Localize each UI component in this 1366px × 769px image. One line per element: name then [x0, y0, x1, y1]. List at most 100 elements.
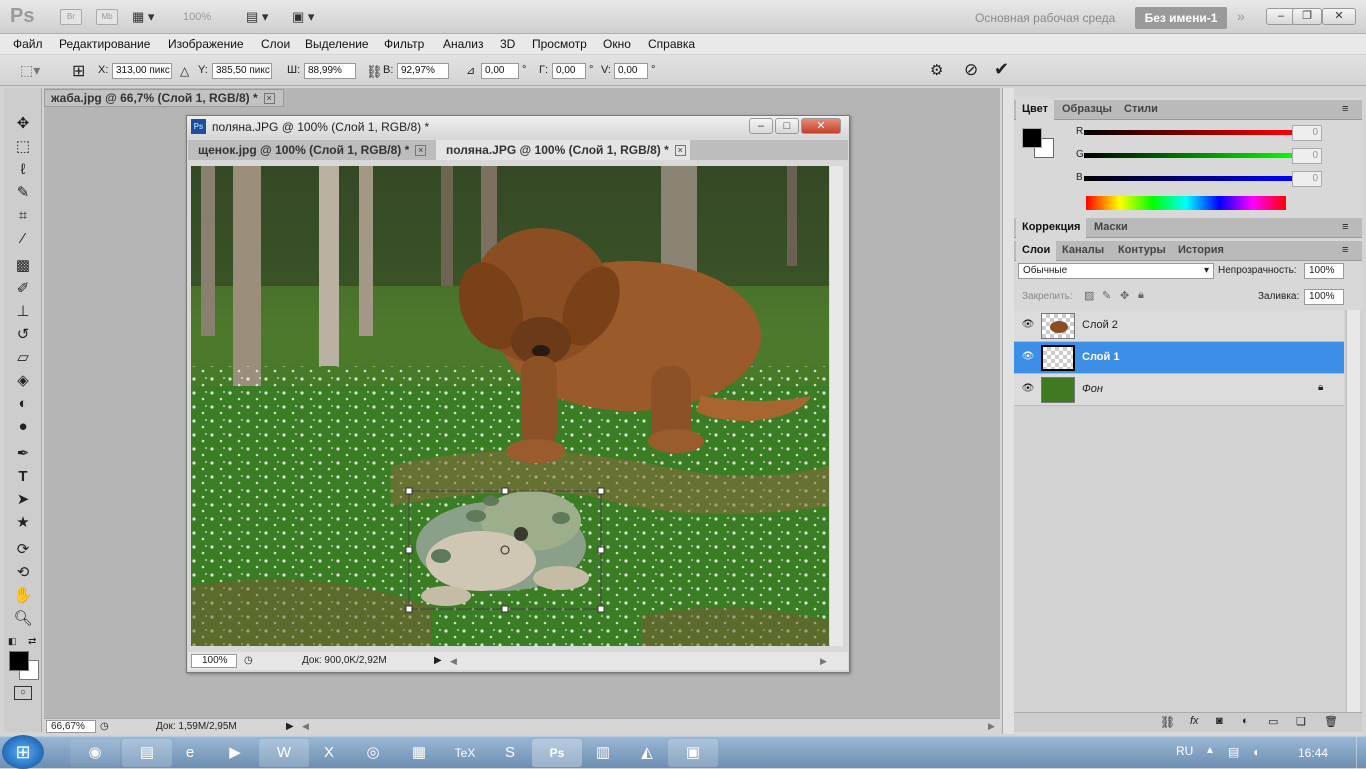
tab-layers[interactable]: Слои [1016, 241, 1057, 261]
chrome-icon[interactable]: ◎ [348, 739, 398, 767]
layer-name[interactable]: Слой 2 [1082, 319, 1118, 331]
doc-tab-zhaba[interactable]: жаба.jpg @ 66,7% (Слой 1, RGB/8) * × [44, 89, 284, 107]
g-slider[interactable] [1084, 153, 1294, 158]
dodge-tool-icon[interactable]: ● [12, 417, 34, 437]
b-value[interactable]: 0 [1292, 171, 1322, 187]
start-button[interactable]: ⊞ [2, 735, 44, 769]
lock-position-icon[interactable]: ✥ [1120, 289, 1129, 302]
relative-position-icon[interactable]: △ [180, 64, 189, 78]
angle-field[interactable]: 0,00 [481, 63, 519, 79]
workspace-label[interactable]: Основная рабочая среда [975, 11, 1115, 25]
commit-transform-icon[interactable]: ✔ [994, 59, 1009, 80]
color-spectrum-ramp[interactable] [1086, 196, 1286, 210]
screen-mode-icon[interactable]: ▣ ▾ [292, 8, 326, 26]
paint-bucket-tool-icon[interactable]: ◈ [12, 371, 34, 391]
height-field[interactable]: 92,97% [397, 63, 449, 79]
document-window-titlebar[interactable]: Ps поляна.JPG @ 100% (Слой 1, RGB/8) * –… [187, 116, 849, 138]
layer-style-icon[interactable]: fx [1190, 715, 1199, 727]
scroll-right-icon[interactable]: ▶ [820, 652, 827, 670]
layers-scrollbar[interactable] [1346, 310, 1360, 714]
link-icon[interactable]: ⛓ [366, 64, 383, 80]
shape-tool-icon[interactable]: ★ [12, 513, 34, 533]
pen-tool-icon[interactable]: ✒ [12, 444, 34, 464]
eyedropper-tool-icon[interactable]: ⁄ [12, 229, 34, 249]
workarea-scrollbar[interactable] [1002, 88, 1014, 734]
menu-window[interactable]: Окно [603, 37, 631, 51]
bridge-button[interactable]: Br [60, 9, 82, 25]
menu-filter[interactable]: Фильтр [384, 37, 424, 51]
x-field[interactable]: 313,00 пикс [112, 63, 172, 79]
tab-shchenok[interactable]: щенок.jpg @ 100% (Слой 1, RGB/8) * × [188, 140, 432, 160]
restore-icon[interactable]: ❐ [1292, 8, 1322, 25]
photoshop-task-icon[interactable]: Ps [532, 739, 582, 767]
menu-analysis[interactable]: Анализ [443, 37, 484, 51]
visibility-eye-icon[interactable]: 👁︎ [1021, 351, 1035, 363]
menu-edit[interactable]: Редактирование [59, 37, 150, 51]
status-menu-icon[interactable]: ▶ [286, 719, 294, 734]
canvas-image[interactable] [191, 166, 829, 646]
quick-mask-icon[interactable]: ○ [14, 686, 32, 700]
path-selection-tool-icon[interactable]: ➤ [12, 490, 34, 510]
doc-maximize-icon[interactable]: □ [775, 118, 799, 134]
fill-field[interactable]: 100% [1304, 289, 1344, 305]
skype-icon[interactable]: S [485, 739, 535, 767]
tab-paths[interactable]: Контуры [1112, 241, 1172, 261]
tab-channels[interactable]: Каналы [1056, 241, 1110, 261]
crop-tool-icon[interactable]: ⌗ [12, 206, 34, 226]
layer-row-1[interactable]: 👁︎ Слой 1 [1014, 342, 1344, 374]
swap-colors-icon[interactable]: ⇄ [28, 636, 36, 647]
zoom-field[interactable]: 66,67% [46, 720, 96, 733]
scroll-right-icon[interactable]: ▶ [988, 719, 995, 734]
more-workspaces-icon[interactable]: » [1237, 8, 1245, 24]
eraser-tool-icon[interactable]: ▱ [12, 348, 34, 368]
lock-pixels-icon[interactable]: ✎ [1102, 289, 1111, 302]
panel-menu-icon[interactable]: ≡ [1342, 221, 1348, 233]
status-icon[interactable]: ◷ [100, 719, 109, 734]
tex-icon[interactable]: TeX [440, 739, 490, 767]
type-tool-icon[interactable]: T [12, 467, 34, 487]
reference-point-icon[interactable]: ⊞ [72, 61, 85, 81]
delete-layer-icon[interactable]: 🗑︎ [1324, 715, 1338, 728]
visibility-eye-icon[interactable]: 👁︎ [1021, 383, 1035, 395]
menu-file[interactable]: Файл [13, 37, 43, 51]
v-skew-field[interactable]: 0,00 [614, 63, 648, 79]
calculator-icon[interactable]: ▦ [394, 739, 444, 767]
tab-polyana[interactable]: поляна.JPG @ 100% (Слой 1, RGB/8) * × [436, 140, 690, 160]
layer-name[interactable]: Фон [1082, 383, 1103, 395]
3d-rotate-tool-icon[interactable]: ⟳ [12, 540, 34, 560]
network-icon[interactable]: ▤ [1228, 745, 1239, 759]
panel-menu-icon[interactable]: ≡ [1342, 244, 1348, 256]
language-indicator[interactable]: RU [1176, 744, 1193, 758]
blend-mode-select[interactable]: Обычные ▾ [1018, 263, 1214, 279]
menu-select[interactable]: Выделение [305, 37, 369, 51]
word-icon[interactable]: W [259, 739, 309, 767]
doc-minimize-icon[interactable]: – [749, 118, 773, 134]
scroll-left-icon[interactable]: ◀ [450, 652, 457, 670]
lock-all-icon[interactable]: 🔒︎ [1138, 289, 1144, 302]
healing-brush-tool-icon[interactable]: ▩ [12, 256, 34, 276]
window-task-icon[interactable]: ▣ [668, 739, 718, 767]
layer-row-background[interactable]: 👁︎ Фон 🔒︎ [1014, 374, 1344, 406]
tab-swatches[interactable]: Образцы [1056, 100, 1118, 120]
clock[interactable]: 16:44 [1298, 746, 1328, 760]
doc-close-icon[interactable]: ✕ [801, 118, 841, 134]
layer-name[interactable]: Слой 1 [1082, 351, 1119, 363]
layer-row-2[interactable]: 👁︎ Слой 2 [1014, 310, 1344, 342]
clone-stamp-tool-icon[interactable]: ⊥ [12, 302, 34, 322]
g-value[interactable]: 0 [1292, 148, 1322, 164]
visibility-eye-icon[interactable]: 👁︎ [1021, 319, 1035, 331]
r-value[interactable]: 0 [1292, 125, 1322, 141]
add-mask-icon[interactable]: ◙ [1216, 715, 1223, 727]
tab-history[interactable]: История [1172, 241, 1230, 261]
panel-menu-icon[interactable]: ≡ [1342, 103, 1348, 115]
warp-icon[interactable]: ⚙ [930, 61, 943, 79]
link-layers-icon[interactable]: ⛓ [1160, 715, 1175, 729]
zoom-tool-icon[interactable]: 🔍︎ [12, 609, 34, 629]
close-tab-icon[interactable]: × [674, 145, 686, 157]
scroll-left-icon[interactable]: ◀ [302, 719, 309, 734]
ie-icon[interactable]: e [165, 739, 215, 767]
close-tab-icon[interactable]: × [263, 93, 275, 105]
adjustment-layer-icon[interactable]: ◐ [1242, 715, 1249, 727]
tab-adjustments[interactable]: Коррекция [1016, 218, 1087, 238]
history-brush-tool-icon[interactable]: ↺ [12, 325, 34, 345]
